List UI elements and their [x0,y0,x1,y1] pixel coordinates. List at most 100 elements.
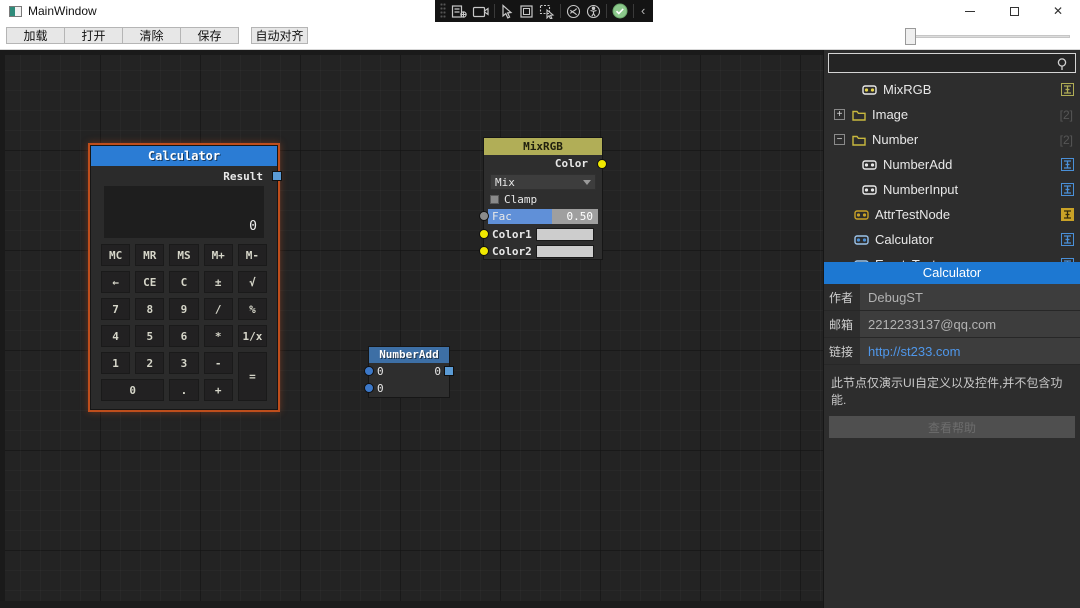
link-value[interactable]: http://st233.com [860,338,1080,364]
accessibility-icon[interactable] [586,4,601,19]
folder-icon [852,109,866,121]
numberadd-node-title[interactable]: NumberAdd [369,347,449,363]
tree-item-numberadd[interactable]: NumberAdd [824,152,1080,177]
marquee-select-icon[interactable] [519,4,534,19]
tree-item-number-folder[interactable]: − Number [2] [824,127,1080,152]
key-9[interactable]: 9 [169,298,198,320]
node-tree: MixRGB + Image [2] − Number [2] [824,77,1080,262]
color1-swatch[interactable] [536,228,594,241]
calculator-node-title[interactable]: Calculator [91,146,277,166]
key-6[interactable]: 6 [169,325,198,347]
clamp-checkbox[interactable] [490,195,499,204]
tree-item-label: NumberAdd [883,157,952,172]
minimize-button[interactable] [948,0,992,22]
close-button[interactable]: ✕ [1036,0,1080,22]
collapse-chevron-icon[interactable]: ‹ [639,1,647,21]
slider-handle[interactable] [905,28,916,45]
key-sqrt[interactable]: √ [238,271,267,293]
open-button[interactable]: 打开 [64,27,123,44]
key-minus[interactable]: - [204,352,233,374]
fac-input-connector[interactable] [479,211,489,221]
tree-item-numberinput[interactable]: NumberInput [824,177,1080,202]
key-plus[interactable]: + [204,379,233,401]
gauge-icon[interactable] [566,4,581,19]
blend-mode-dropdown[interactable]: Mix [490,174,596,190]
slider-track[interactable] [905,35,1070,38]
collapse-icon[interactable]: − [834,134,845,145]
number-output-connector[interactable] [444,366,454,376]
color-output-connector[interactable] [597,159,607,169]
key-dot[interactable]: . [169,379,198,401]
link-label: 链接 [824,338,860,364]
key-1[interactable]: 1 [101,352,130,374]
number-input1-connector[interactable] [364,366,374,376]
clear-button[interactable]: 清除 [122,27,181,44]
key-5[interactable]: 5 [135,325,164,347]
author-value: DebugST [860,284,1080,310]
mixrgb-node[interactable]: MixRGB Color Mix Clamp Fac 0.50 [483,137,603,260]
result-output-connector[interactable] [272,171,282,181]
key-reciprocal[interactable]: 1/x [238,325,267,347]
output-value: 0 [434,365,441,378]
pointer-icon[interactable] [500,4,514,19]
color2-input-connector[interactable] [479,246,489,256]
number-input2-connector[interactable] [364,383,374,393]
fac-slider[interactable]: Fac 0.50 [488,209,598,224]
key-ce[interactable]: CE [135,271,164,293]
numberadd-node[interactable]: NumberAdd 0 0 0 [368,346,450,398]
search-icon [1056,57,1070,71]
tree-item-attrtestnode[interactable]: AttrTestNode [824,202,1080,227]
folder-icon [852,134,866,146]
key-c[interactable]: C [169,271,198,293]
key-mminus[interactable]: M- [238,244,267,266]
expand-icon[interactable]: + [834,109,845,120]
auto-align-button[interactable]: 自动对齐 [251,27,308,44]
key-0[interactable]: 0 [101,379,164,401]
key-mc[interactable]: MC [101,244,130,266]
zoom-slider[interactable] [905,32,1070,40]
window-title: MainWindow [28,4,97,18]
load-button[interactable]: 加载 [6,27,65,44]
key-mr[interactable]: MR [135,244,164,266]
result-row: Result [91,166,277,186]
color-output-row: Color [484,155,602,172]
drag-grip-icon[interactable] [440,3,446,19]
tree-item-calculator[interactable]: Calculator [824,227,1080,252]
status-check-icon[interactable] [612,3,628,19]
camera-icon[interactable] [472,5,489,18]
maximize-button[interactable] [992,0,1036,22]
key-2[interactable]: 2 [135,352,164,374]
key-divide[interactable]: / [204,298,233,320]
search-box [828,53,1076,73]
node-canvas[interactable]: Calculator Result 0 MC MR MS M+ M- ← CE … [0,50,823,608]
color2-swatch[interactable] [536,245,594,258]
key-percent[interactable]: % [238,298,267,320]
view-help-button[interactable]: 查看帮助 [829,416,1075,438]
calculator-node[interactable]: Calculator Result 0 MC MR MS M+ M- ← CE … [90,145,278,410]
key-3[interactable]: 3 [169,352,198,374]
key-4[interactable]: 4 [101,325,130,347]
mixrgb-node-title[interactable]: MixRGB [484,138,602,155]
key-plusminus[interactable]: ± [204,271,233,293]
tree-item-label: Calculator [875,232,934,247]
tree-item-emptytest[interactable]: EmptyTest [824,252,1080,262]
key-ms[interactable]: MS [169,244,198,266]
key-multiply[interactable]: * [204,325,233,347]
property-panel-title: Calculator [824,262,1080,284]
key-backspace[interactable]: ← [101,271,130,293]
tree-item-image-folder[interactable]: + Image [2] [824,102,1080,127]
search-input[interactable] [829,54,1075,72]
key-8[interactable]: 8 [135,298,164,320]
key-equals[interactable]: = [238,352,267,401]
tree-item-label: MixRGB [883,82,931,97]
tree-item-label: NumberInput [883,182,958,197]
save-button[interactable]: 保存 [180,27,239,44]
key-mplus[interactable]: M+ [204,244,233,266]
color1-row: Color1 [484,226,602,243]
flow-export-icon[interactable] [451,4,467,19]
tree-item-label: AttrTestNode [875,207,950,222]
pointer-marquee-icon[interactable] [539,4,555,19]
color1-input-connector[interactable] [479,229,489,239]
key-7[interactable]: 7 [101,298,130,320]
tree-item-mixrgb[interactable]: MixRGB [824,77,1080,102]
